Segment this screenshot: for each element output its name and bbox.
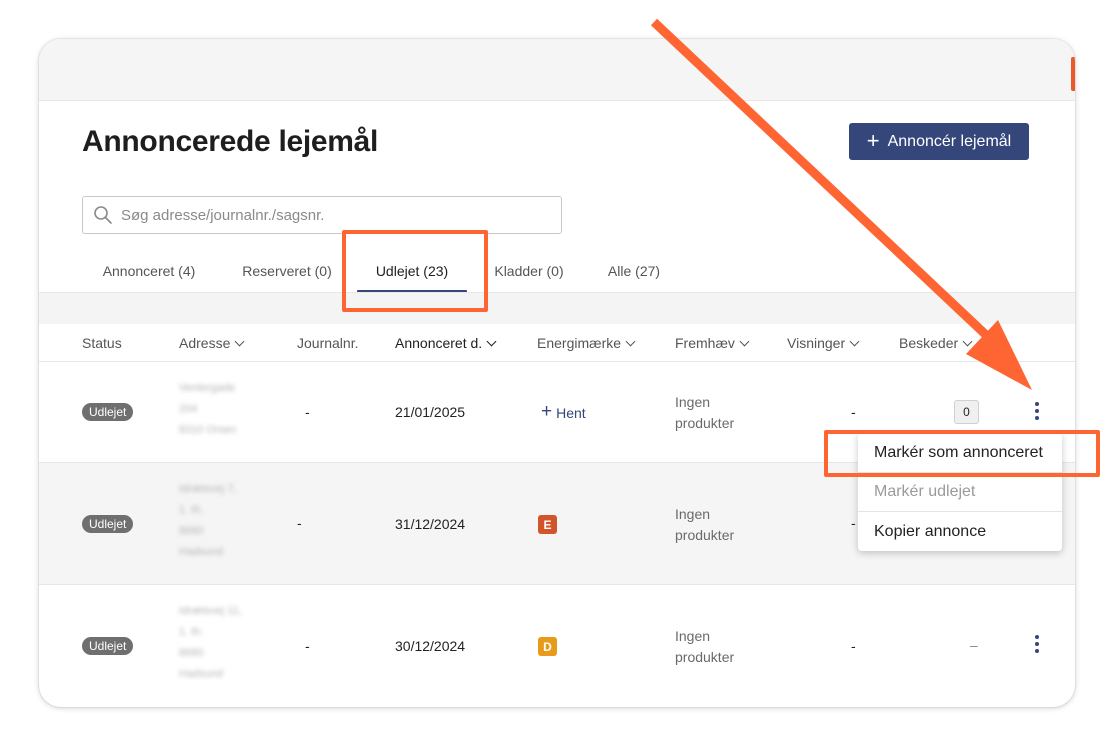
column-journalnr: Journalnr. <box>297 335 359 351</box>
featured-products: Ingen produkter <box>675 628 735 665</box>
tab-reserveret[interactable]: Reserveret (0) <box>238 257 336 293</box>
menu-item-mark-announced[interactable]: Markér som annonceret <box>858 433 1062 472</box>
featured-products: Ingen produkter <box>675 506 735 543</box>
announced-date: 30/12/2024 <box>395 638 466 654</box>
journal-number: - <box>297 515 302 531</box>
energy-label-badge: E <box>538 515 557 534</box>
main-card: Annoncerede lejemål + Annoncér lejemål A… <box>39 39 1075 707</box>
column-fremhaev[interactable]: Fremhæv <box>675 335 750 351</box>
tab-kladder[interactable]: Kladder (0) <box>489 257 569 293</box>
search-box <box>82 196 562 234</box>
views-count: - <box>851 404 856 420</box>
chevron-down-icon <box>849 336 860 346</box>
journal-number: - <box>305 404 310 420</box>
messages-count: – <box>970 637 978 653</box>
address-blurred: Ventergade 204 8310 Orsen <box>179 382 237 436</box>
more-options-icon[interactable] <box>1034 402 1040 420</box>
column-visninger[interactable]: Visninger <box>787 335 860 351</box>
announce-rental-button-label: Annoncér lejemål <box>887 132 1012 150</box>
column-energimaerke[interactable]: Energimærke <box>537 335 636 351</box>
chevron-down-icon <box>962 336 973 346</box>
top-bar-accent <box>1071 57 1075 91</box>
fetch-energy-label-link[interactable]: + Hent <box>541 401 586 422</box>
chevron-down-icon <box>234 336 245 346</box>
table-toolbar-band <box>39 292 1075 324</box>
tab-annonceret[interactable]: Annonceret (4) <box>98 257 200 293</box>
views-count: - <box>851 515 856 531</box>
views-count: - <box>851 638 856 654</box>
status-badge: Udlejet <box>82 637 134 655</box>
column-status: Status <box>82 335 122 351</box>
status-badge: Udlejet <box>82 403 134 421</box>
column-annonceret[interactable]: Annonceret d. <box>395 335 497 351</box>
chevron-down-icon <box>486 336 497 346</box>
tab-alle[interactable]: Alle (27) <box>604 257 664 293</box>
search-input[interactable] <box>121 206 551 224</box>
top-bar <box>39 39 1075 101</box>
column-adresse[interactable]: Adresse <box>179 335 245 351</box>
row-context-menu: Markér som annonceret Markér udlejet Kop… <box>858 433 1062 551</box>
announced-date: 21/01/2025 <box>395 404 466 420</box>
search-icon <box>94 206 112 224</box>
tab-udlejet[interactable]: Udlejet (23) <box>357 257 467 293</box>
more-options-icon[interactable] <box>1034 635 1040 653</box>
chevron-down-icon <box>739 336 750 346</box>
address-blurred: Idrætsvej 7, 1. th. 8680 Hadsund <box>179 483 237 558</box>
page-title: Annoncerede lejemål <box>82 125 379 158</box>
journal-number: - <box>305 638 310 654</box>
chevron-down-icon <box>625 336 636 346</box>
table-row[interactable]: Udlejet Idrætsvej 11, 1. th. 8680 Hadsun… <box>39 585 1075 707</box>
messages-count: 0 <box>954 400 979 424</box>
announced-date: 31/12/2024 <box>395 516 466 532</box>
announce-rental-button[interactable]: + Annoncér lejemål <box>849 123 1029 160</box>
column-beskeder[interactable]: Beskeder <box>899 335 973 351</box>
energy-label-badge: D <box>538 637 557 656</box>
table-header: Status Adresse Journalnr. Annonceret d. … <box>39 324 1075 362</box>
menu-item-mark-rented: Markér udlejet <box>874 482 976 500</box>
address-blurred: Idrætsvej 11, 1. th. 8680 Hadsund <box>179 605 242 680</box>
plus-icon: + <box>541 401 553 422</box>
featured-products: Ingen produkter <box>675 394 735 431</box>
plus-icon: + <box>866 127 880 153</box>
status-badge: Udlejet <box>82 515 134 533</box>
menu-item-copy-listing[interactable]: Kopier annonce <box>858 512 1062 551</box>
